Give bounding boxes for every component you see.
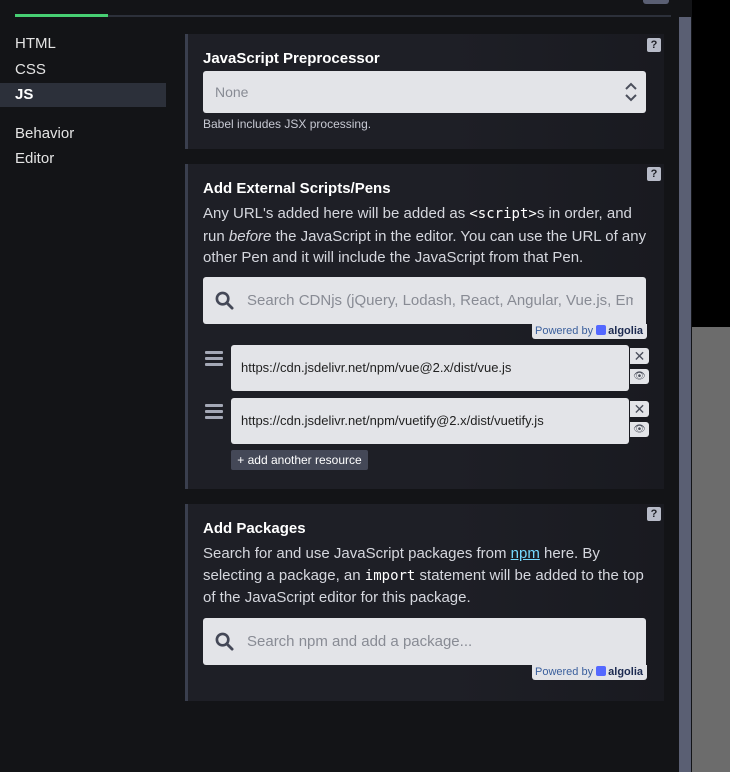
cdnjs-search-box: Powered by algolia — [203, 277, 647, 339]
add-resource-button[interactable]: + add another resource — [231, 450, 368, 470]
close-button[interactable] — [643, 0, 669, 4]
scrollbar[interactable] — [679, 17, 691, 772]
header-divider — [108, 15, 671, 17]
remove-resource-button[interactable]: ✕ — [630, 401, 649, 417]
external-description: Any URL's added here will be added as <s… — [203, 205, 647, 266]
settings-sidebar: HTML CSS JS Behavior Editor — [0, 32, 166, 173]
cdnjs-search-input[interactable] — [247, 277, 633, 324]
resource-row: https://cdn.jsdelivr.net/npm/vuetify@2.x… — [205, 398, 649, 444]
js-preprocessor-panel: ? JavaScript Preprocessor None Babel inc… — [185, 34, 664, 149]
algolia-icon — [596, 666, 607, 676]
help-icon[interactable]: ? — [647, 38, 661, 52]
search-icon — [215, 632, 234, 651]
preprocessor-select[interactable]: None — [203, 71, 646, 113]
sidebar-item-css[interactable]: CSS — [0, 58, 166, 82]
sidebar-item-js[interactable]: JS — [0, 83, 166, 107]
external-scripts-panel: ? Add External Scripts/Pens Any URL's ad… — [185, 164, 664, 489]
select-value: None — [215, 84, 249, 100]
search-icon — [215, 291, 234, 310]
active-tab-underline — [15, 14, 108, 17]
help-icon[interactable]: ? — [647, 167, 661, 181]
remove-resource-button[interactable]: ✕ — [630, 348, 649, 364]
resource-row: https://cdn.jsdelivr.net/npm/vue@2.x/dis… — [205, 345, 649, 391]
panel-title: JavaScript Preprocessor — [203, 50, 380, 67]
preprocessor-note: Babel includes JSX processing. — [203, 117, 372, 131]
resource-url-input[interactable]: https://cdn.jsdelivr.net/npm/vue@2.x/dis… — [231, 345, 629, 391]
view-resource-icon[interactable]: 👁 — [630, 422, 649, 437]
sidebar-item-editor[interactable]: Editor — [0, 147, 166, 171]
view-resource-icon[interactable]: 👁 — [630, 369, 649, 384]
packages-description: Search for and use JavaScript packages f… — [203, 545, 644, 606]
resource-url-input[interactable]: https://cdn.jsdelivr.net/npm/vuetify@2.x… — [231, 398, 629, 444]
help-icon[interactable]: ? — [647, 507, 661, 521]
sidebar-item-behavior[interactable]: Behavior — [0, 122, 166, 146]
add-packages-panel: ? Add Packages Search for and use JavaSc… — [185, 504, 664, 701]
npm-search-input[interactable] — [247, 618, 633, 665]
background-preview-bar — [692, 312, 730, 327]
drag-handle-icon[interactable] — [205, 351, 223, 367]
npm-link[interactable]: npm — [511, 545, 540, 562]
powered-by-algolia: Powered by algolia — [532, 324, 647, 339]
panel-title: Add Packages — [203, 520, 306, 537]
npm-search-box: Powered by algolia — [203, 618, 647, 680]
background-overlay — [692, 327, 730, 772]
chevron-updown-icon — [625, 82, 637, 102]
sidebar-item-html[interactable]: HTML — [0, 32, 166, 56]
powered-by-algolia: Powered by algolia — [532, 665, 647, 680]
panel-title: Add External Scripts/Pens — [203, 180, 391, 197]
drag-handle-icon[interactable] — [205, 404, 223, 420]
algolia-icon — [596, 325, 607, 335]
background-preview — [692, 0, 730, 312]
